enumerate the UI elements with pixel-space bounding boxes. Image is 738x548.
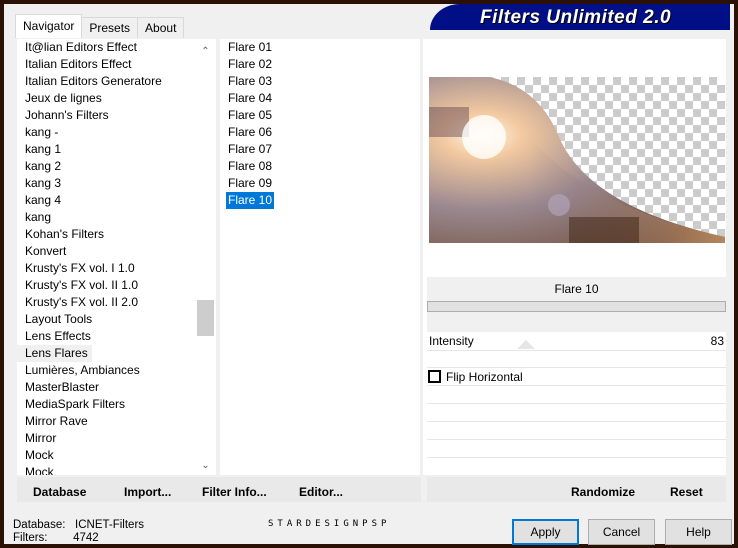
category-item[interactable]: Mirror Rave	[17, 413, 216, 430]
reset-button[interactable]: Reset	[670, 485, 703, 499]
filter-item-label: Flare 02	[228, 57, 273, 71]
tab-navigator[interactable]: Navigator	[15, 14, 83, 38]
category-item[interactable]: Krusty's FX vol. II 2.0	[17, 294, 216, 311]
filter-item-label: Flare 03	[228, 74, 273, 88]
category-item[interactable]: Lumières, Ambiances	[17, 362, 216, 379]
cancel-button[interactable]: Cancel	[588, 519, 655, 545]
parameter-bar-pad	[427, 312, 726, 332]
watermark: STARDESIGNPSP	[268, 519, 391, 529]
filter-info-button[interactable]: Filter Info...	[202, 485, 267, 499]
filter-item-label: Flare 09	[228, 176, 273, 190]
flip-horizontal-checkbox[interactable]	[428, 370, 441, 383]
category-item[interactable]: kang 4	[17, 192, 216, 209]
category-item[interactable]: kang -	[17, 124, 216, 141]
filter-item-label: Flare 06	[228, 125, 273, 139]
category-item[interactable]: Mock	[17, 447, 216, 464]
editor-button[interactable]: Editor...	[299, 485, 343, 499]
divider	[427, 350, 726, 351]
divider	[427, 439, 726, 440]
category-item[interactable]: kang 1	[17, 141, 216, 158]
randomize-button[interactable]: Randomize	[571, 485, 635, 499]
filter-item[interactable]: Flare 08	[220, 158, 420, 175]
filter-name-label: Flare 10	[427, 277, 726, 301]
category-item[interactable]: Mock	[17, 464, 216, 475]
filter-item-label: Flare 07	[228, 142, 273, 156]
filter-item[interactable]: Flare 02	[220, 56, 420, 73]
flip-horizontal-label[interactable]: Flip Horizontal	[446, 370, 523, 384]
filter-item-label: Flare 05	[228, 108, 273, 122]
filter-item[interactable]: Flare 09	[220, 175, 420, 192]
divider	[427, 367, 726, 368]
status-filters: Filters: 4742	[13, 532, 99, 544]
parameter-bar	[427, 301, 726, 312]
filters-count: 4742	[73, 532, 99, 544]
category-item[interactable]: Kohan's Filters	[17, 226, 216, 243]
filter-item-label: Flare 08	[228, 159, 273, 173]
filters-label: Filters:	[13, 532, 48, 544]
tab-presets[interactable]: Presets	[81, 17, 139, 38]
import-button[interactable]: Import...	[124, 485, 171, 499]
category-item[interactable]: Layout Tools	[17, 311, 216, 328]
filter-item[interactable]: Flare 05	[220, 107, 420, 124]
divider	[427, 457, 726, 458]
filter-list[interactable]: Flare 01 Flare 02 Flare 03 Flare 04 Flare 05…	[220, 39, 420, 475]
intensity-value: 83	[710, 334, 724, 348]
scroll-thumb[interactable]	[197, 300, 214, 336]
category-item[interactable]: kang 2	[17, 158, 216, 175]
scroll-up-icon[interactable]: ⌃	[197, 43, 214, 60]
intensity-slider-thumb[interactable]	[516, 340, 535, 349]
apply-button[interactable]: Apply	[512, 519, 579, 545]
category-item[interactable]: Krusty's FX vol. I 1.0	[17, 260, 216, 277]
database-value: ICNET-Filters	[75, 519, 145, 531]
category-item[interactable]: Johann's Filters	[17, 107, 216, 124]
category-item[interactable]: Mirror	[17, 430, 216, 447]
category-item[interactable]: Italian Editors Generatore	[17, 73, 216, 90]
category-item[interactable]: It@lian Editors Effect	[17, 39, 216, 56]
category-item[interactable]: kang 3	[17, 175, 216, 192]
category-item[interactable]: MediaSpark Filters	[17, 396, 216, 413]
category-scrollbar[interactable]: ⌃ ⌄	[197, 39, 214, 475]
category-item[interactable]: MasterBlaster	[17, 379, 216, 396]
filter-item[interactable]: Flare 04	[220, 90, 420, 107]
divider	[427, 385, 726, 386]
category-item[interactable]: Lens Effects	[17, 328, 216, 345]
category-item[interactable]: Konvert	[17, 243, 216, 260]
preview-image	[429, 77, 725, 243]
tab-strip: Navigator Presets About	[15, 14, 185, 38]
tab-about[interactable]: About	[137, 17, 185, 38]
database-label: Database:	[13, 519, 66, 531]
filter-item-label: Flare 01	[228, 40, 273, 54]
status-database: Database: ICNET-Filters	[13, 519, 144, 531]
filter-item[interactable]: Flare 07	[220, 141, 420, 158]
app-title-banner: Filters Unlimited 2.0	[430, 4, 730, 30]
category-item[interactable]: Krusty's FX vol. II 1.0	[17, 277, 216, 294]
filter-item[interactable]: Flare 03	[220, 73, 420, 90]
filter-item[interactable]: Flare 01	[220, 39, 420, 56]
category-item[interactable]: Italian Editors Effect	[17, 56, 216, 73]
filter-item[interactable]: Flare 06	[220, 124, 420, 141]
category-item[interactable]: Jeux de lignes	[17, 90, 216, 107]
category-item[interactable]: Lens Flares	[17, 345, 92, 362]
help-button[interactable]: Help	[665, 519, 732, 545]
filter-item[interactable]: Flare 10	[220, 192, 420, 209]
filter-item-label: Flare 10	[226, 192, 275, 209]
divider	[427, 403, 726, 404]
category-list[interactable]: It@lian Editors Effect Italian Editors Ef…	[17, 39, 216, 475]
divider	[427, 421, 726, 422]
intensity-label: Intensity	[429, 334, 474, 348]
database-button[interactable]: Database	[33, 485, 86, 499]
preview-flare-graphic	[429, 77, 725, 243]
category-item[interactable]: kang	[17, 209, 216, 226]
filter-item-label: Flare 04	[228, 91, 273, 105]
scroll-down-icon[interactable]: ⌄	[197, 457, 214, 474]
